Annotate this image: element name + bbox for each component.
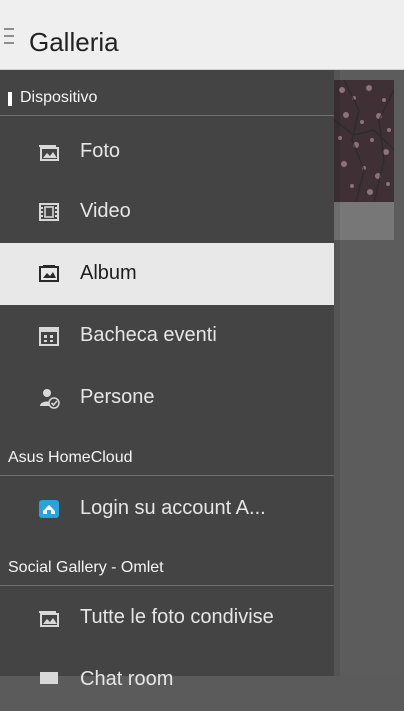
section-marker	[8, 92, 12, 106]
section-header-dispositivo: Dispositivo	[0, 70, 334, 116]
drawer-item-label: Persone	[80, 386, 155, 408]
album-caption-strip	[334, 202, 394, 240]
album-icon	[39, 265, 59, 282]
section-label: Social Gallery - Omlet	[8, 559, 164, 576]
app-bar: Galleria	[0, 0, 404, 70]
hamburger-menu-icon[interactable]	[4, 28, 14, 48]
album-thumbnail[interactable]	[334, 80, 394, 202]
drawer-item-label: Bacheca eventi	[80, 324, 217, 346]
drawer-item-label: Tutte le foto condivise	[80, 606, 274, 628]
drawer-item-label: Login su account A...	[80, 497, 266, 519]
drawer-item-tutte-le-foto-condivise[interactable]: Tutte le foto condivise	[0, 587, 334, 649]
drawer-item-chat-room[interactable]: Chat room	[0, 649, 334, 711]
drawer-item-persone[interactable]: Persone	[0, 367, 334, 429]
drawer-item-label: Chat room	[80, 668, 174, 690]
calendar-icon	[39, 327, 59, 346]
drawer-item-label: Album	[80, 262, 137, 284]
drawer-item-label: Foto	[80, 140, 121, 162]
navigation-drawer: Dispositivo Foto Video Album Bacheca eve…	[0, 70, 334, 690]
drawer-item-album[interactable]: Album	[0, 243, 334, 305]
section-header-asus-homecloud: Asus HomeCloud	[0, 430, 334, 476]
drawer-item-bacheca-eventi[interactable]: Bacheca eventi	[0, 305, 334, 367]
section-label: Dispositivo	[20, 89, 98, 106]
drawer-item-label: Video	[80, 200, 131, 222]
drawer-item-homecloud-login[interactable]: Login su account A...	[0, 478, 334, 540]
drawer-edge-shadow	[334, 70, 340, 676]
homecloud-icon	[39, 500, 59, 518]
photo-icon	[39, 611, 59, 627]
section-header-social-gallery-omlet: Social Gallery - Omlet	[0, 540, 334, 586]
person-check-icon	[40, 389, 60, 409]
photo-icon	[39, 145, 59, 161]
app-title: Galleria	[29, 27, 119, 57]
drawer-item-foto[interactable]: Foto	[0, 121, 334, 183]
drawer-item-video[interactable]: Video	[0, 181, 334, 243]
chat-icon	[40, 672, 58, 684]
section-label: Asus HomeCloud	[8, 449, 133, 466]
film-icon	[39, 203, 59, 221]
